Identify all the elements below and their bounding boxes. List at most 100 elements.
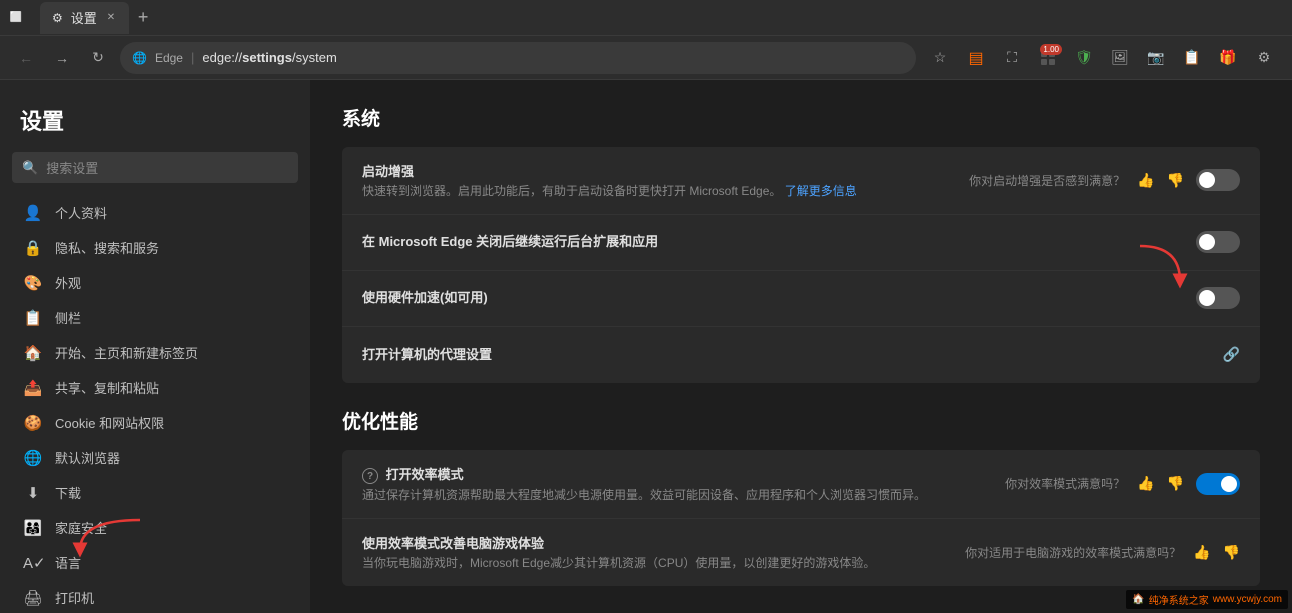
sidebar-item-label: 共享、复制和粘贴 <box>55 378 159 397</box>
browser-settings-btn[interactable]: ⚙ <box>1248 42 1280 74</box>
family-icon: 👨‍👩‍👧 <box>23 519 43 537</box>
downloads-icon: ⬇ <box>23 484 43 502</box>
profile-icon: 👤 <box>23 204 43 222</box>
capture-btn[interactable]: ⛶ <box>996 42 1028 74</box>
hardware-accel-name: 使用硬件加速(如可用) <box>362 287 1196 306</box>
appearance-icon: 🎨 <box>23 274 43 292</box>
url-bar[interactable]: 🌐 Edge | edge://settings/system <box>120 42 916 74</box>
sidebar-item-label: 默认浏览器 <box>55 448 120 467</box>
sidebar-item-appearance[interactable]: 🎨 外观 <box>0 265 310 300</box>
downloads-btn[interactable]: 📋 <box>1176 42 1208 74</box>
new-tab-btn[interactable]: + <box>129 4 157 32</box>
sidebar-item-family[interactable]: 👨‍👩‍👧 家庭安全 <box>0 510 310 545</box>
learn-more-link[interactable]: 了解更多信息 <box>785 184 857 198</box>
continue-running-toggle-knob <box>1199 234 1215 250</box>
gaming-thumbup-btn[interactable]: 👍 <box>1193 544 1210 561</box>
watermark-text: 纯净系统之家 <box>1149 592 1209 607</box>
url-path: edge://settings/system <box>202 50 336 65</box>
startup-boost-toggle-knob <box>1199 172 1215 188</box>
sidebar-icon: 📋 <box>23 309 43 327</box>
forward-btn[interactable]: → <box>48 44 76 72</box>
hardware-accel-info: 使用硬件加速(如可用) <box>362 287 1196 309</box>
tab-container: ⚙ 设置 ✕ + <box>40 2 157 34</box>
sidebar: 设置 🔍 搜索设置 👤 个人资料 🔒 隐私、搜索和服务 🎨 外观 📋 侧栏 🏠 … <box>0 80 310 613</box>
search-box[interactable]: 🔍 搜索设置 <box>12 152 298 183</box>
sidebar-item-printer[interactable]: 🖨 打印机 <box>0 580 310 613</box>
efficiency-mode-desc: 通过保存计算机资源帮助最大程度地减少电源使用量。效益可能因设备、应用程序和个人浏… <box>362 487 1005 504</box>
startup-boost-toggle[interactable] <box>1196 169 1240 191</box>
gift-btn[interactable]: 🎁 <box>1212 42 1244 74</box>
hardware-accel-toggle-knob <box>1199 290 1215 306</box>
language-icon: A✓ <box>23 554 43 572</box>
efficiency-mode-controls: 你对效率模式满意吗？ 👍 👎 <box>1005 473 1240 495</box>
reading-btn[interactable]: ▤ <box>960 42 992 74</box>
cookies-icon: 🍪 <box>23 414 43 432</box>
addressbar: ← → ↻ 🌐 Edge | edge://settings/system ☆ … <box>0 36 1292 80</box>
sidebar-item-default-browser[interactable]: 🌐 默认浏览器 <box>0 440 310 475</box>
sidebar-item-label: 开始、主页和新建标签页 <box>55 343 198 362</box>
gaming-efficiency-controls: 你对适用于电脑游戏的效率模式满意吗？ 👍 👎 <box>965 544 1240 561</box>
proxy-external-link-icon[interactable]: 🔗 <box>1223 346 1240 363</box>
gaming-efficiency-info: 使用效率模式改善电脑游戏体验 当你玩电脑游戏时，Microsoft Edge减少… <box>362 533 965 572</box>
content-area: 系统 启动增强 快速转到浏览器。启用此功能后，有助于启动设备时更快打开 Micr… <box>310 80 1292 613</box>
image-btn[interactable]: 🖼 <box>1104 42 1136 74</box>
shield-btn[interactable]: 🛡 <box>1068 42 1100 74</box>
performance-section: 优化性能 ? 打开效率模式 通过保存计算机资源帮助最大程度地减少电源使用量。效益… <box>342 407 1260 586</box>
sidebar-item-privacy[interactable]: 🔒 隐私、搜索和服务 <box>0 230 310 265</box>
continue-running-row: 在 Microsoft Edge 关闭后继续运行后台扩展和应用 <box>342 215 1260 271</box>
gaming-efficiency-row: 使用效率模式改善电脑游戏体验 当你玩电脑游戏时，Microsoft Edge减少… <box>342 519 1260 586</box>
startup-thumbup-btn[interactable]: 👍 <box>1137 172 1154 189</box>
sidebar-item-label: 下载 <box>55 483 81 502</box>
toolbar-icons: ☆ ▤ ⛶ 1.00 🛡 🖼 📷 📋 🎁 ⚙ <box>924 42 1280 74</box>
efficiency-question-icon[interactable]: ? <box>362 468 378 484</box>
sidebar-item-label: 外观 <box>55 273 81 292</box>
sidebar-item-share[interactable]: 📤 共享、复制和粘贴 <box>0 370 310 405</box>
startup-thumbdown-btn[interactable]: 👎 <box>1167 172 1184 189</box>
url-favicon: 🌐 <box>132 51 147 65</box>
performance-settings-card: ? 打开效率模式 通过保存计算机资源帮助最大程度地减少电源使用量。效益可能因设备… <box>342 450 1260 586</box>
continue-running-controls <box>1196 231 1240 253</box>
system-section: 系统 启动增强 快速转到浏览器。启用此功能后，有助于启动设备时更快打开 Micr… <box>342 104 1260 383</box>
sidebar-item-cookies[interactable]: 🍪 Cookie 和网站权限 <box>0 405 310 440</box>
url-label: Edge <box>155 51 183 65</box>
startup-boost-controls: 你对启动增强是否感到满意？ 👍 👎 <box>969 169 1240 191</box>
performance-section-title: 优化性能 <box>342 407 1260 434</box>
extensions-btn[interactable]: 1.00 <box>1032 42 1064 74</box>
back-btn[interactable]: ← <box>12 44 40 72</box>
share-icon: 📤 <box>23 379 43 397</box>
hardware-accel-toggle[interactable] <box>1196 287 1240 309</box>
sidebar-item-language[interactable]: A✓ 语言 <box>0 545 310 580</box>
sidebar-item-downloads[interactable]: ⬇ 下载 <box>0 475 310 510</box>
screenshot-btn[interactable]: 📷 <box>1140 42 1172 74</box>
efficiency-thumbup-btn[interactable]: 👍 <box>1137 475 1154 492</box>
tab-close-btn[interactable]: ✕ <box>105 10 117 25</box>
hardware-accel-row: 使用硬件加速(如可用) <box>342 271 1260 327</box>
sidebar-item-label: 家庭安全 <box>55 518 107 537</box>
sidebar-item-label: Cookie 和网站权限 <box>55 413 164 432</box>
continue-running-toggle[interactable] <box>1196 231 1240 253</box>
window-controls: ⬜ <box>8 10 24 26</box>
sidebar-item-label: 语言 <box>55 553 81 572</box>
watermark-url: www.ycwjy.com <box>1213 594 1282 605</box>
efficiency-thumbdown-btn[interactable]: 👎 <box>1167 475 1184 492</box>
bookmark-btn[interactable]: ☆ <box>924 42 956 74</box>
proxy-settings-name: 打开计算机的代理设置 <box>362 344 1223 363</box>
efficiency-mode-toggle-knob <box>1221 476 1237 492</box>
search-placeholder: 搜索设置 <box>46 158 98 177</box>
efficiency-mode-name: ? 打开效率模式 <box>362 464 1005 485</box>
sidebar-item-profile[interactable]: 👤 个人资料 <box>0 195 310 230</box>
settings-tab[interactable]: ⚙ 设置 ✕ <box>40 2 129 34</box>
sidebar-item-sidebar[interactable]: 📋 侧栏 <box>0 300 310 335</box>
refresh-btn[interactable]: ↻ <box>84 44 112 72</box>
proxy-settings-controls: 🔗 <box>1223 346 1240 363</box>
gaming-thumbdown-btn[interactable]: 👎 <box>1223 544 1240 561</box>
sidebar-title: 设置 <box>0 96 310 152</box>
startup-boost-info: 启动增强 快速转到浏览器。启用此功能后，有助于启动设备时更快打开 Microso… <box>362 161 969 200</box>
window-restore-btn[interactable]: ⬜ <box>8 10 24 26</box>
sidebar-item-start[interactable]: 🏠 开始、主页和新建标签页 <box>0 335 310 370</box>
efficiency-mode-toggle[interactable] <box>1196 473 1240 495</box>
url-separator: | <box>191 50 194 65</box>
sidebar-item-label: 个人资料 <box>55 203 107 222</box>
extensions-badge: 1.00 <box>1040 44 1062 55</box>
sidebar-item-label: 打印机 <box>55 588 94 607</box>
